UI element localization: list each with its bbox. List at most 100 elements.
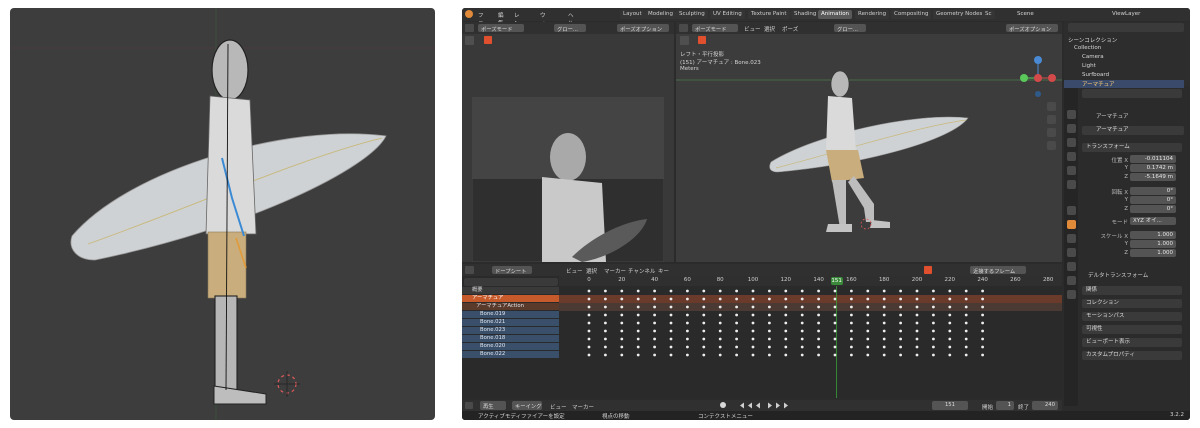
keyframe[interactable] <box>702 337 706 341</box>
keyframe[interactable] <box>981 321 984 325</box>
keyframe[interactable] <box>653 337 656 341</box>
keyframe[interactable] <box>784 321 788 325</box>
keyframe[interactable] <box>768 297 771 301</box>
keyframe[interactable] <box>702 313 706 317</box>
keyframe[interactable] <box>964 329 968 333</box>
workspace-tab[interactable]: Rendering <box>855 10 890 19</box>
keyframe[interactable] <box>620 297 624 301</box>
keyframe[interactable] <box>915 297 919 301</box>
constraint-tab-icon[interactable] <box>1067 262 1076 271</box>
scene-selector[interactable]: Scene <box>1017 11 1034 17</box>
workspace-tab[interactable]: Sculpting <box>676 10 708 19</box>
keyframe[interactable] <box>964 337 968 341</box>
keyframe[interactable] <box>784 313 788 317</box>
keyframe[interactable] <box>915 337 919 341</box>
keyframe[interactable] <box>718 313 722 317</box>
keyframe[interactable] <box>718 305 722 309</box>
keyframe[interactable] <box>751 305 755 309</box>
keyframe[interactable] <box>735 337 738 341</box>
keyframe[interactable] <box>587 337 591 341</box>
keyframe[interactable] <box>981 305 984 309</box>
keyframe[interactable] <box>620 305 624 309</box>
keyframe[interactable] <box>702 305 706 309</box>
keyframe[interactable] <box>751 353 755 357</box>
keyframe[interactable] <box>915 353 919 357</box>
keyframe[interactable] <box>866 297 870 301</box>
keyframe[interactable] <box>669 297 673 301</box>
keyframe[interactable] <box>735 297 738 301</box>
keyframe[interactable] <box>915 289 919 293</box>
keyframe-record-icon[interactable] <box>484 36 492 44</box>
keyframe[interactable] <box>669 345 673 349</box>
object-name-field[interactable]: アーマチュア <box>1082 126 1184 135</box>
keyframe[interactable] <box>882 353 886 357</box>
output-tab-icon[interactable] <box>1067 138 1076 147</box>
keyframe[interactable] <box>899 305 902 309</box>
keyframe[interactable] <box>653 297 656 301</box>
keyframe[interactable] <box>768 337 771 341</box>
keyframe[interactable] <box>948 297 952 301</box>
keyframe[interactable] <box>800 353 804 357</box>
keyframe[interactable] <box>964 321 968 325</box>
keyframe[interactable] <box>800 321 804 325</box>
keyframe[interactable] <box>817 345 820 349</box>
keyframe[interactable] <box>587 289 591 293</box>
keyframe[interactable] <box>604 305 607 309</box>
keyframe[interactable] <box>932 297 935 301</box>
keyframe[interactable] <box>800 313 804 317</box>
keyframe[interactable] <box>850 297 853 301</box>
keyframe[interactable] <box>800 297 804 301</box>
properties-panel-header[interactable]: モーションパス <box>1082 312 1182 321</box>
keyframe[interactable] <box>899 313 902 317</box>
keyframe[interactable] <box>718 345 722 349</box>
keyframe[interactable] <box>718 329 722 333</box>
scale-z-field[interactable]: 1.000 <box>1130 249 1176 257</box>
keyframe[interactable] <box>948 313 952 317</box>
grid-ortho-icon[interactable] <box>1047 141 1056 150</box>
keyframe[interactable] <box>604 345 607 349</box>
keyframe[interactable] <box>833 289 837 293</box>
channel-action[interactable]: アーマチュアAction <box>462 303 559 310</box>
keyframe[interactable] <box>964 297 968 301</box>
keyframe[interactable] <box>620 313 624 317</box>
keyframe[interactable] <box>850 321 853 325</box>
left-3d-viewport[interactable] <box>10 8 435 420</box>
keyframe[interactable] <box>784 353 788 357</box>
3d-cursor-icon[interactable] <box>274 371 300 397</box>
keyframe[interactable] <box>866 353 870 357</box>
keyframe[interactable] <box>751 321 755 325</box>
properties-panel-header[interactable]: カスタムプロパティ <box>1082 351 1182 360</box>
keyframe[interactable] <box>751 329 755 333</box>
main-viewport-canvas[interactable] <box>676 22 1062 262</box>
keyframe[interactable] <box>882 321 886 325</box>
pivot-dropdown[interactable]: グロー... <box>554 24 586 33</box>
keyframe[interactable] <box>800 345 804 349</box>
frame-ruler[interactable]: 0 20 40 60 80 100 120 140 160 180 200 220 240 260 280 1… <box>559 276 1062 286</box>
keyframe[interactable] <box>653 321 656 325</box>
keyframe[interactable] <box>604 329 607 333</box>
workspace-tab[interactable]: Compositing <box>891 10 932 19</box>
keyframe[interactable] <box>620 345 624 349</box>
keyframe[interactable] <box>620 289 624 293</box>
keyframe[interactable] <box>620 321 624 325</box>
keyframe[interactable] <box>702 345 706 349</box>
view-layer-selector[interactable]: ViewLayer <box>1112 11 1140 17</box>
keyframe[interactable] <box>587 313 591 317</box>
keyframe[interactable] <box>686 337 689 341</box>
keyframe[interactable] <box>702 297 706 301</box>
menu-select[interactable]: 選択 <box>586 267 597 275</box>
properties-panel-header[interactable]: ビューポート表示 <box>1082 338 1182 347</box>
keyframe[interactable] <box>833 321 837 325</box>
keyframe[interactable] <box>604 289 607 293</box>
keyframe[interactable] <box>751 345 755 349</box>
keyframe[interactable] <box>784 345 788 349</box>
select-tool-icon[interactable] <box>465 36 474 45</box>
keyframe[interactable] <box>817 353 820 357</box>
timeline-view-menu[interactable]: ビュー <box>550 403 567 411</box>
dopesheet-mode-dropdown[interactable]: ドープシート <box>492 266 532 275</box>
keyframe[interactable] <box>882 297 886 301</box>
editor-type-icon[interactable] <box>465 266 474 274</box>
keyframe[interactable] <box>817 289 820 293</box>
outliner[interactable]: シーンコレクション Collection Camera Light Surfbo… <box>1064 22 1190 89</box>
keyframe[interactable] <box>899 353 902 357</box>
